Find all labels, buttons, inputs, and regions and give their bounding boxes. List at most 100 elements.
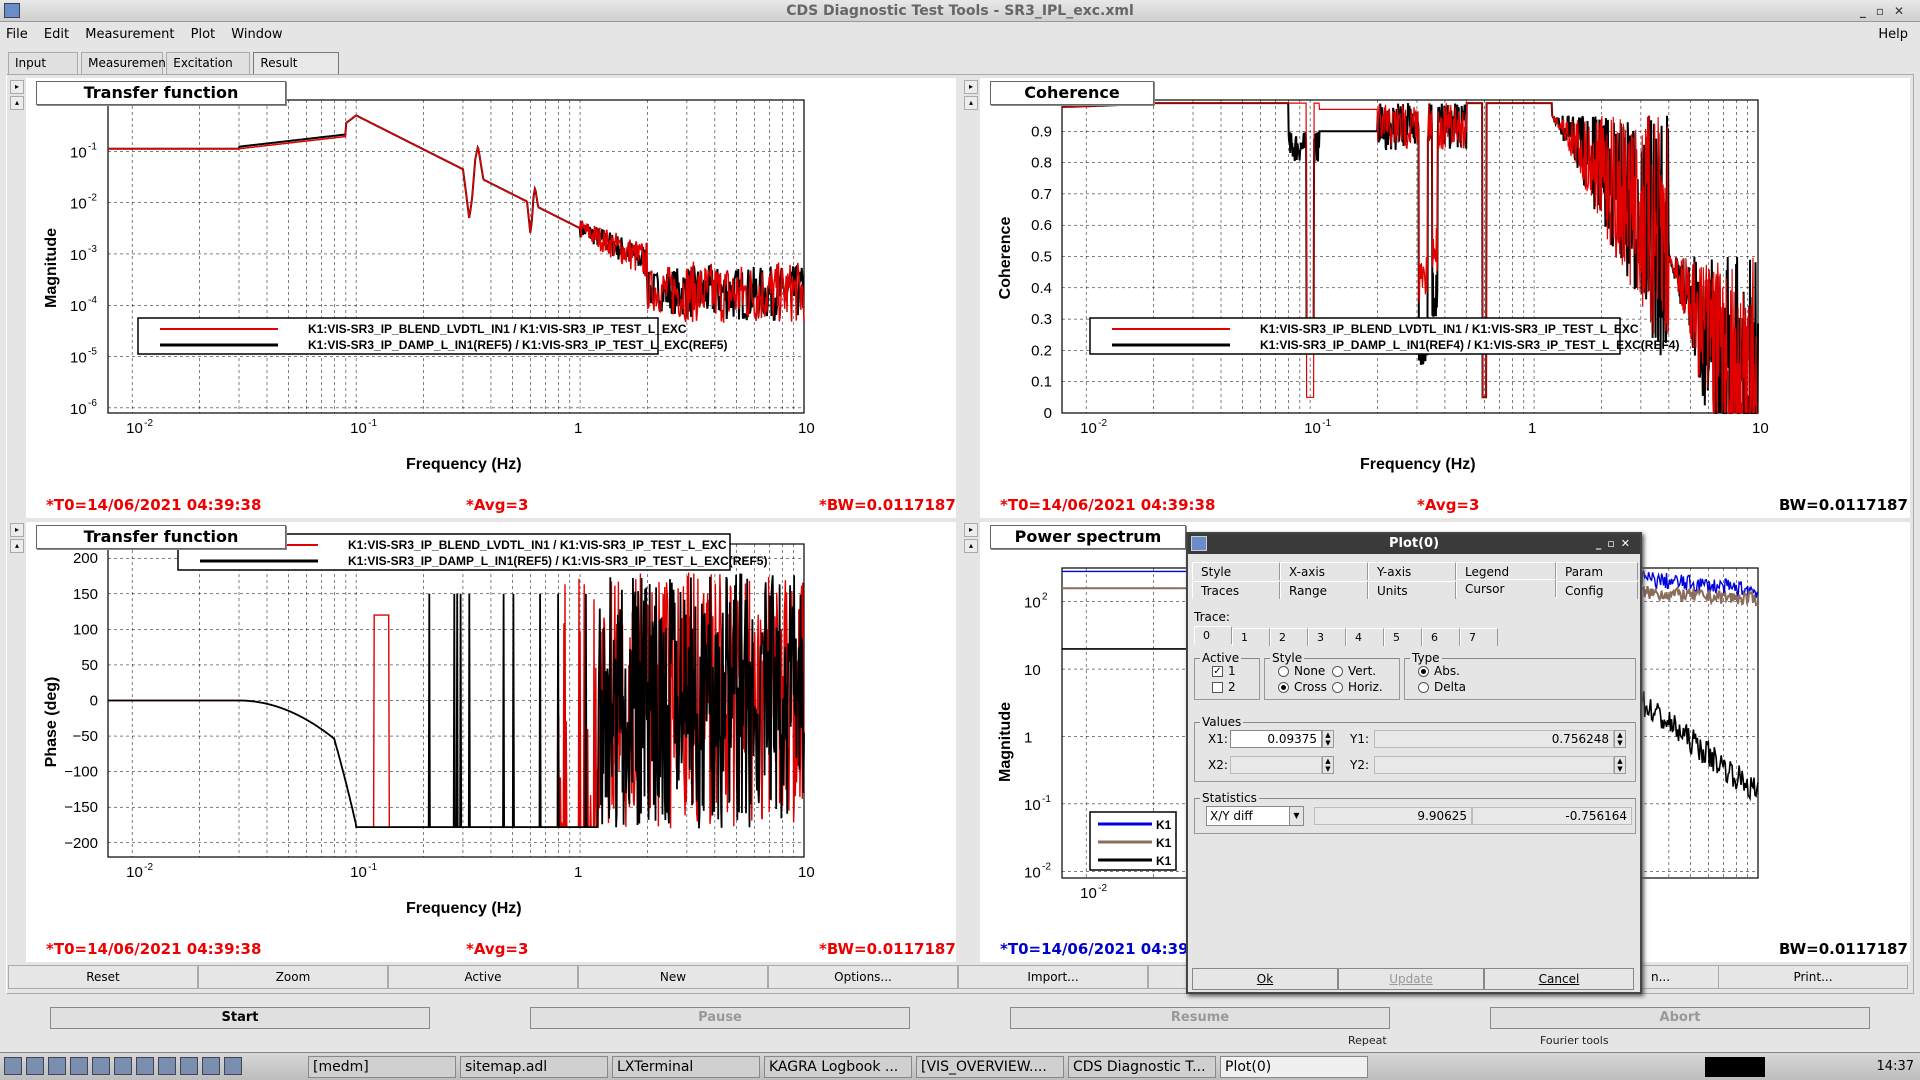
- trace-tab-6[interactable]: 6: [1422, 628, 1460, 646]
- trace-tab-0[interactable]: 0: [1194, 626, 1232, 644]
- files-icon[interactable]: [48, 1057, 66, 1075]
- dialog-window-controls[interactable]: _▫✕: [1596, 534, 1636, 554]
- firefox-icon[interactable]: [202, 1057, 220, 1075]
- type-abs-radio[interactable]: [1418, 666, 1429, 677]
- style-none-radio[interactable]: [1278, 666, 1289, 677]
- task-plot0[interactable]: Plot(0): [1220, 1056, 1368, 1078]
- resume-button[interactable]: Resume: [1010, 1007, 1390, 1029]
- y-tick-label: 0.5: [1031, 249, 1052, 266]
- abort-button[interactable]: Abort: [1490, 1007, 1870, 1029]
- dtab-yaxis[interactable]: Y-axis: [1368, 562, 1456, 580]
- menu-icon[interactable]: [4, 1057, 22, 1075]
- trace-tab-3[interactable]: 3: [1308, 628, 1346, 646]
- import-button[interactable]: Import...: [958, 965, 1148, 989]
- active-1-checkbox[interactable]: ✓: [1212, 666, 1223, 677]
- trace-tab-4[interactable]: 4: [1346, 628, 1384, 646]
- app-icon-2[interactable]: [92, 1057, 110, 1075]
- statistics-mode-select[interactable]: X/Y diff ▼: [1206, 806, 1304, 826]
- dtab-range[interactable]: Range: [1280, 581, 1368, 599]
- menu-file[interactable]: File: [0, 24, 34, 42]
- dialog-titlebar[interactable]: Plot(0) _▫✕: [1188, 534, 1640, 554]
- window-controls[interactable]: _▫✕: [1860, 0, 1914, 22]
- type-delta-radio[interactable]: [1418, 682, 1429, 693]
- launcher-icons: [4, 1057, 246, 1077]
- panel-arrows-bl[interactable]: ▸ ▴: [10, 523, 24, 555]
- reset-button[interactable]: Reset: [8, 965, 198, 989]
- print-button[interactable]: Print...: [1718, 965, 1908, 989]
- menu-plot[interactable]: Plot: [185, 24, 222, 42]
- ok-button[interactable]: Ok: [1192, 968, 1338, 990]
- tf-magnitude-plot[interactable]: 10 -2 10 -1 1 1010 -110 -210 -310 -410 -510 -6Magni…: [26, 78, 956, 518]
- menu-help[interactable]: Help: [1872, 24, 1914, 42]
- active-button[interactable]: Active: [388, 965, 578, 989]
- x-tick-label: 10: [798, 864, 815, 881]
- y2-field[interactable]: [1374, 756, 1614, 774]
- menu-window[interactable]: Window: [225, 24, 288, 42]
- plot-options-dialog[interactable]: Plot(0) _▫✕ Style X-axis Y-axis Legend P…: [1186, 532, 1642, 994]
- tab-input[interactable]: Input: [8, 52, 78, 74]
- panel-arrows-br[interactable]: ▸ ▴: [964, 523, 978, 555]
- trace-tab-1[interactable]: 1: [1232, 628, 1270, 646]
- menu-measurement[interactable]: Measurement: [79, 24, 180, 42]
- trace-tab-2[interactable]: 2: [1270, 628, 1308, 646]
- app-icon-6[interactable]: [224, 1057, 242, 1075]
- task-vis-overview[interactable]: [VIS_OVERVIEW....: [916, 1056, 1064, 1078]
- dtab-units[interactable]: Units: [1368, 581, 1456, 599]
- style-horiz-radio[interactable]: [1332, 682, 1343, 693]
- update-button[interactable]: Update: [1338, 968, 1484, 990]
- panel-coherence[interactable]: 10-210-111010.90.80.70.60.50.40.30.20.10…: [980, 78, 1910, 518]
- x2-field[interactable]: [1230, 756, 1322, 774]
- coherence-plot[interactable]: 10-210-111010.90.80.70.60.50.40.30.20.10…: [980, 78, 1910, 518]
- menu-edit[interactable]: Edit: [38, 24, 75, 42]
- panel-arrows-tr[interactable]: ▸ ▴: [964, 80, 978, 112]
- options-button[interactable]: Options...: [768, 965, 958, 989]
- active-2-checkbox[interactable]: [1212, 682, 1223, 693]
- panel-arrows-tl[interactable]: ▸ ▴: [10, 80, 24, 112]
- trace-tab-7[interactable]: 7: [1460, 628, 1498, 646]
- dtab-cursor[interactable]: Cursor: [1456, 579, 1556, 597]
- desktop-icon[interactable]: [26, 1057, 44, 1075]
- tf-phase-plot[interactable]: 10 -2 10 -1 1 10200150100500−50−100−150−200Ph…: [26, 522, 956, 962]
- app-icon-3[interactable]: [114, 1057, 132, 1075]
- x-tick-label: 10: [1752, 420, 1769, 437]
- task-cds-diagnostic[interactable]: CDS Diagnostic T...: [1068, 1056, 1216, 1078]
- app-icon-5[interactable]: [158, 1057, 176, 1075]
- cancel-button[interactable]: Cancel: [1484, 968, 1634, 990]
- task-sitemap[interactable]: sitemap.adl: [460, 1056, 608, 1078]
- task-lxterminal[interactable]: LXTerminal: [612, 1056, 760, 1078]
- dtab-traces[interactable]: Traces: [1192, 581, 1280, 599]
- x2-spinner[interactable]: ▲ ▼: [1322, 756, 1334, 774]
- y2-spinner[interactable]: ▲ ▼: [1614, 756, 1626, 774]
- terminal-icon[interactable]: [180, 1057, 198, 1075]
- start-button[interactable]: Start: [50, 1007, 430, 1029]
- trace-tab-5[interactable]: 5: [1384, 628, 1422, 646]
- style-vert-radio[interactable]: [1332, 666, 1343, 677]
- dtab-xaxis[interactable]: X-axis: [1280, 562, 1368, 580]
- pause-button[interactable]: Pause: [530, 1007, 910, 1029]
- y1-spinner[interactable]: ▲ ▼: [1614, 730, 1626, 748]
- style-cross-radio[interactable]: [1278, 682, 1289, 693]
- style-cross-label: Cross: [1294, 680, 1327, 694]
- panel-tf-magnitude[interactable]: 10 -2 10 -1 1 10 10 -1 10 -2 10 -3 10 -4 10 -5 10 -6 Magni…: [26, 78, 956, 518]
- y-tick-label: 100: [73, 621, 98, 638]
- tab-excitation[interactable]: Excitation: [166, 52, 251, 74]
- panel-tf-phase[interactable]: 10 -2 10 -1 1 10 200 150 100 50 0 −50 −100 −150 −200 Ph…: [26, 522, 956, 962]
- dtab-config[interactable]: Config: [1556, 581, 1638, 599]
- new-button[interactable]: New: [578, 965, 768, 989]
- task-kagra-logbook[interactable]: KAGRA Logbook ...: [764, 1056, 912, 1078]
- x1-field[interactable]: 0.09375: [1230, 730, 1322, 748]
- x-tick-label: 10: [350, 420, 367, 437]
- avg-label: *Avg=3: [1417, 496, 1480, 514]
- app-icon-1[interactable]: [70, 1057, 88, 1075]
- tab-measurement[interactable]: Measurement: [81, 52, 171, 74]
- x1-spinner[interactable]: ▲ ▼: [1322, 730, 1334, 748]
- task-medm[interactable]: [medm]: [308, 1056, 456, 1078]
- app-icon-4[interactable]: [136, 1057, 154, 1075]
- dtab-legend[interactable]: Legend: [1456, 562, 1556, 580]
- y1-field[interactable]: 0.756248: [1374, 730, 1614, 748]
- t0-label: *T0=14/06/2021 04:39:38: [46, 940, 262, 958]
- tab-result[interactable]: Result: [253, 52, 340, 74]
- zoom-button[interactable]: Zoom: [198, 965, 388, 989]
- dtab-param[interactable]: Param: [1556, 562, 1638, 580]
- dtab-style[interactable]: Style: [1192, 562, 1280, 580]
